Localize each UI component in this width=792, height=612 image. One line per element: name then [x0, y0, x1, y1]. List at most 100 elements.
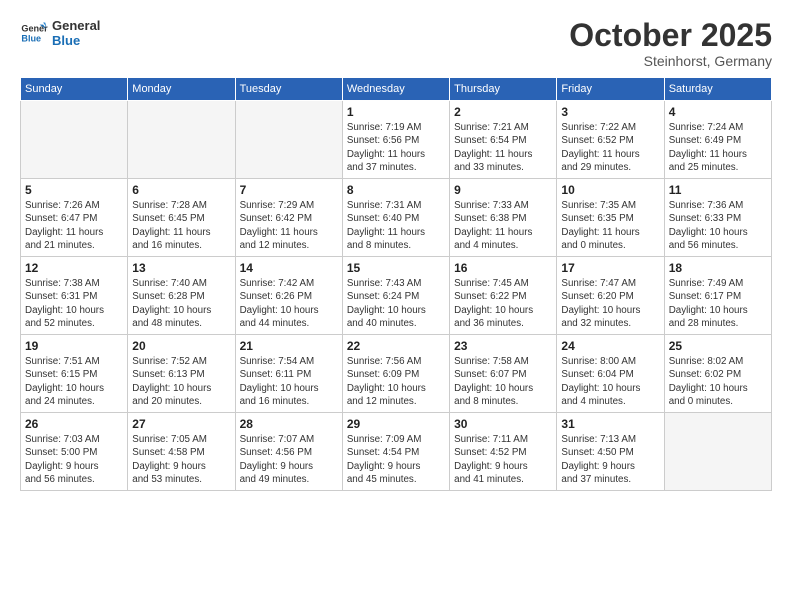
- day-number: 15: [347, 261, 445, 275]
- day-info: Sunrise: 7:40 AM Sunset: 6:28 PM Dayligh…: [132, 277, 230, 330]
- day-number: 21: [240, 339, 338, 353]
- calendar-cell: 13 Sunrise: 7:40 AM Sunset: 6:28 PM Dayli…: [128, 257, 235, 335]
- day-info: Sunrise: 7:22 AM Sunset: 6:52 PM Dayligh…: [561, 121, 659, 174]
- day-info: Sunrise: 7:09 AM Sunset: 4:54 PM Dayligh…: [347, 433, 445, 486]
- month-title: October 2025: [569, 18, 772, 53]
- calendar-cell: 26 Sunrise: 7:03 AM Sunset: 5:00 PM Dayli…: [21, 413, 128, 491]
- calendar-cell: 27 Sunrise: 7:05 AM Sunset: 4:58 PM Dayli…: [128, 413, 235, 491]
- day-number: 11: [669, 183, 767, 197]
- day-info: Sunrise: 7:35 AM Sunset: 6:35 PM Dayligh…: [561, 199, 659, 252]
- day-number: 19: [25, 339, 123, 353]
- day-info: Sunrise: 7:42 AM Sunset: 6:26 PM Dayligh…: [240, 277, 338, 330]
- day-info: Sunrise: 8:02 AM Sunset: 6:02 PM Dayligh…: [669, 355, 767, 408]
- svg-text:Blue: Blue: [21, 33, 41, 43]
- day-info: Sunrise: 7:29 AM Sunset: 6:42 PM Dayligh…: [240, 199, 338, 252]
- day-info: Sunrise: 7:07 AM Sunset: 4:56 PM Dayligh…: [240, 433, 338, 486]
- calendar-cell: 28 Sunrise: 7:07 AM Sunset: 4:56 PM Dayli…: [235, 413, 342, 491]
- week-row-3: 12 Sunrise: 7:38 AM Sunset: 6:31 PM Dayli…: [21, 257, 772, 335]
- day-number: 10: [561, 183, 659, 197]
- day-info: Sunrise: 7:51 AM Sunset: 6:15 PM Dayligh…: [25, 355, 123, 408]
- day-info: Sunrise: 7:52 AM Sunset: 6:13 PM Dayligh…: [132, 355, 230, 408]
- calendar-cell: 10 Sunrise: 7:35 AM Sunset: 6:35 PM Dayli…: [557, 179, 664, 257]
- day-info: Sunrise: 7:24 AM Sunset: 6:49 PM Dayligh…: [669, 121, 767, 174]
- calendar-cell: 8Sunrise: 7:31 AM Sunset: 6:40 PM Daylig…: [342, 179, 449, 257]
- day-info: Sunrise: 7:58 AM Sunset: 6:07 PM Dayligh…: [454, 355, 552, 408]
- day-number: 3: [561, 105, 659, 119]
- calendar-body: 1Sunrise: 7:19 AM Sunset: 6:56 PM Daylig…: [21, 101, 772, 491]
- day-number: 14: [240, 261, 338, 275]
- week-row-5: 26 Sunrise: 7:03 AM Sunset: 5:00 PM Dayli…: [21, 413, 772, 491]
- day-info: Sunrise: 7:38 AM Sunset: 6:31 PM Dayligh…: [25, 277, 123, 330]
- day-info: Sunrise: 7:28 AM Sunset: 6:45 PM Dayligh…: [132, 199, 230, 252]
- day-info: Sunrise: 7:31 AM Sunset: 6:40 PM Dayligh…: [347, 199, 445, 252]
- day-number: 29: [347, 417, 445, 431]
- day-number: 28: [240, 417, 338, 431]
- day-number: 30: [454, 417, 552, 431]
- day-number: 5: [25, 183, 123, 197]
- day-number: 13: [132, 261, 230, 275]
- calendar-table: SundayMondayTuesdayWednesdayThursdayFrid…: [20, 77, 772, 491]
- calendar-cell: 17 Sunrise: 7:47 AM Sunset: 6:20 PM Dayli…: [557, 257, 664, 335]
- calendar-cell: 31Sunrise: 7:13 AM Sunset: 4:50 PM Dayli…: [557, 413, 664, 491]
- calendar-cell: 5 Sunrise: 7:26 AM Sunset: 6:47 PM Daylig…: [21, 179, 128, 257]
- day-info: Sunrise: 8:00 AM Sunset: 6:04 PM Dayligh…: [561, 355, 659, 408]
- day-number: 24: [561, 339, 659, 353]
- calendar-cell: 23 Sunrise: 7:58 AM Sunset: 6:07 PM Dayli…: [450, 335, 557, 413]
- day-number: 4: [669, 105, 767, 119]
- day-info: Sunrise: 7:26 AM Sunset: 6:47 PM Dayligh…: [25, 199, 123, 252]
- logo-line2: Blue: [52, 33, 100, 48]
- weekday-sunday: Sunday: [21, 78, 128, 101]
- day-number: 6: [132, 183, 230, 197]
- weekday-thursday: Thursday: [450, 78, 557, 101]
- day-info: Sunrise: 7:11 AM Sunset: 4:52 PM Dayligh…: [454, 433, 552, 486]
- calendar-cell: 1Sunrise: 7:19 AM Sunset: 6:56 PM Daylig…: [342, 101, 449, 179]
- day-number: 27: [132, 417, 230, 431]
- weekday-friday: Friday: [557, 78, 664, 101]
- day-number: 9: [454, 183, 552, 197]
- week-row-1: 1Sunrise: 7:19 AM Sunset: 6:56 PM Daylig…: [21, 101, 772, 179]
- calendar-cell: [235, 101, 342, 179]
- calendar-cell: 25 Sunrise: 8:02 AM Sunset: 6:02 PM Dayli…: [664, 335, 771, 413]
- day-info: Sunrise: 7:36 AM Sunset: 6:33 PM Dayligh…: [669, 199, 767, 252]
- day-number: 26: [25, 417, 123, 431]
- calendar-cell: 19 Sunrise: 7:51 AM Sunset: 6:15 PM Dayli…: [21, 335, 128, 413]
- calendar-cell: [21, 101, 128, 179]
- calendar-cell: 20 Sunrise: 7:52 AM Sunset: 6:13 PM Dayli…: [128, 335, 235, 413]
- logo-line1: General: [52, 18, 100, 33]
- day-number: 23: [454, 339, 552, 353]
- day-number: 31: [561, 417, 659, 431]
- calendar-cell: [664, 413, 771, 491]
- calendar-cell: 11 Sunrise: 7:36 AM Sunset: 6:33 PM Dayli…: [664, 179, 771, 257]
- calendar-cell: 29 Sunrise: 7:09 AM Sunset: 4:54 PM Dayli…: [342, 413, 449, 491]
- calendar-cell: 21 Sunrise: 7:54 AM Sunset: 6:11 PM Dayli…: [235, 335, 342, 413]
- day-number: 1: [347, 105, 445, 119]
- day-info: Sunrise: 7:03 AM Sunset: 5:00 PM Dayligh…: [25, 433, 123, 486]
- calendar-page: General Blue General Blue October 2025 S…: [0, 0, 792, 612]
- calendar-cell: 7 Sunrise: 7:29 AM Sunset: 6:42 PM Daylig…: [235, 179, 342, 257]
- day-number: 7: [240, 183, 338, 197]
- day-number: 12: [25, 261, 123, 275]
- day-info: Sunrise: 7:49 AM Sunset: 6:17 PM Dayligh…: [669, 277, 767, 330]
- day-number: 20: [132, 339, 230, 353]
- day-number: 25: [669, 339, 767, 353]
- location: Steinhorst, Germany: [569, 53, 772, 69]
- header: General Blue General Blue October 2025 S…: [20, 18, 772, 69]
- day-number: 17: [561, 261, 659, 275]
- day-info: Sunrise: 7:47 AM Sunset: 6:20 PM Dayligh…: [561, 277, 659, 330]
- day-info: Sunrise: 7:56 AM Sunset: 6:09 PM Dayligh…: [347, 355, 445, 408]
- day-number: 18: [669, 261, 767, 275]
- week-row-4: 19 Sunrise: 7:51 AM Sunset: 6:15 PM Dayli…: [21, 335, 772, 413]
- day-info: Sunrise: 7:21 AM Sunset: 6:54 PM Dayligh…: [454, 121, 552, 174]
- day-info: Sunrise: 7:43 AM Sunset: 6:24 PM Dayligh…: [347, 277, 445, 330]
- calendar-cell: 22Sunrise: 7:56 AM Sunset: 6:09 PM Dayli…: [342, 335, 449, 413]
- logo: General Blue General Blue: [20, 18, 100, 48]
- calendar-cell: [128, 101, 235, 179]
- week-row-2: 5 Sunrise: 7:26 AM Sunset: 6:47 PM Daylig…: [21, 179, 772, 257]
- day-info: Sunrise: 7:54 AM Sunset: 6:11 PM Dayligh…: [240, 355, 338, 408]
- calendar-cell: 24 Sunrise: 8:00 AM Sunset: 6:04 PM Dayli…: [557, 335, 664, 413]
- calendar-cell: 9Sunrise: 7:33 AM Sunset: 6:38 PM Daylig…: [450, 179, 557, 257]
- weekday-header-row: SundayMondayTuesdayWednesdayThursdayFrid…: [21, 78, 772, 101]
- svg-text:General: General: [21, 24, 48, 34]
- day-info: Sunrise: 7:05 AM Sunset: 4:58 PM Dayligh…: [132, 433, 230, 486]
- title-block: October 2025 Steinhorst, Germany: [569, 18, 772, 69]
